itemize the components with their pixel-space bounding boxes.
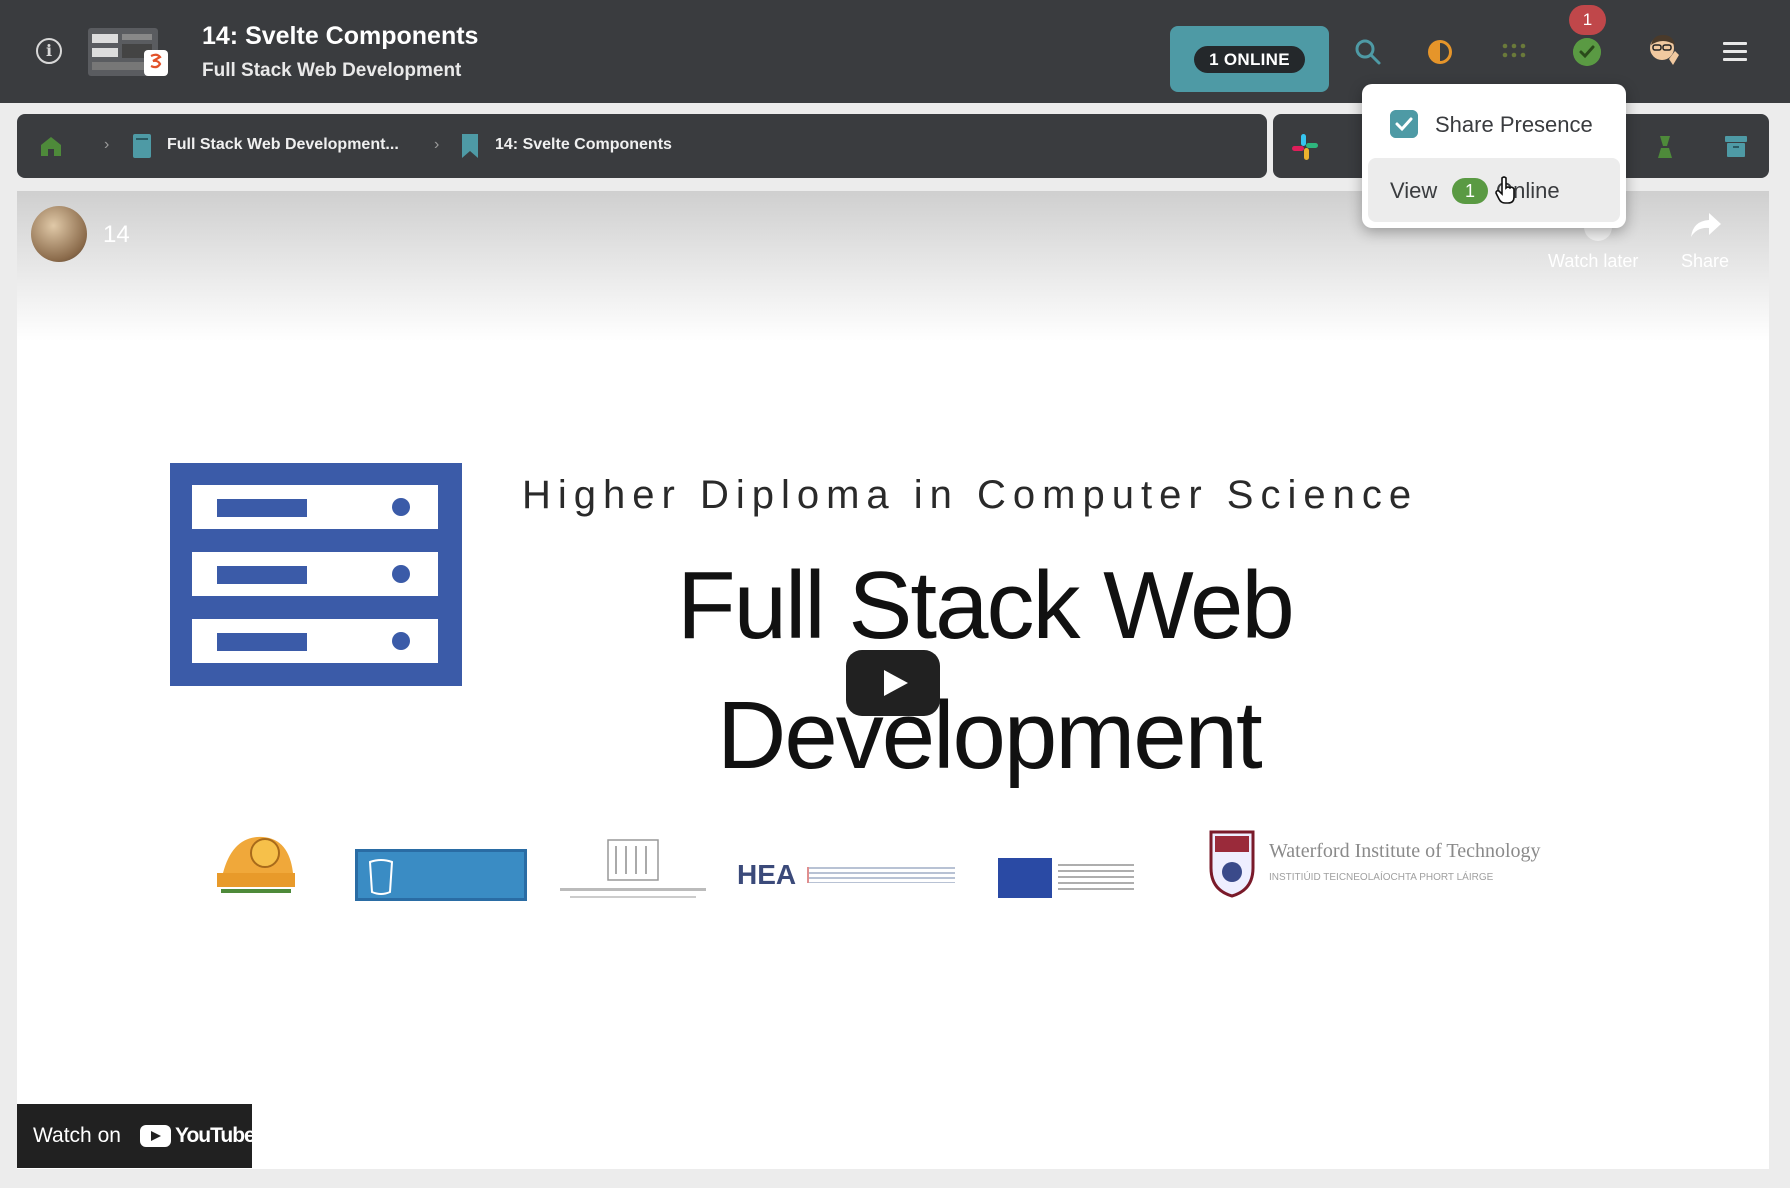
video-title[interactable]: 14 [103,221,130,249]
search-icon[interactable] [1354,38,1382,66]
springboard-logo [217,836,295,893]
notification-badge: 1 [1569,5,1606,35]
hea-logo: HEA [737,855,959,895]
watch-on-label: Watch on [33,1124,121,1147]
presence-check-icon[interactable] [1573,38,1601,66]
slide-title-line1: Full Stack Web [677,552,1295,659]
presence-menu: Share Presence View 1 Online [1362,84,1626,228]
share-icon[interactable] [1689,209,1723,241]
wit-subname: INSTITIÚID TEICNEOLAÍOCHTA PHORT LÁIRGE [1269,872,1494,883]
page-title: 14: Svelte Components [202,22,479,50]
user-avatar[interactable] [1647,33,1681,69]
play-button[interactable] [846,650,940,716]
apps-grid-icon[interactable] [1500,38,1528,66]
youtube-play-icon [140,1125,171,1147]
share-presence-item[interactable]: Share Presence [1362,84,1626,154]
slack-icon[interactable] [1290,132,1320,162]
view-online-item[interactable]: View 1 Online [1368,158,1620,222]
server-logo-icon [170,463,462,686]
archive-icon[interactable] [1724,134,1748,158]
chevron-right-icon: › [104,136,110,153]
hand-cursor-icon [1495,176,1515,204]
chevron-right-icon: › [434,136,440,153]
online-count-label: 1 ONLINE [1194,46,1305,73]
video-player[interactable]: 14 Watch later Share Higher Diploma in C… [17,191,1769,1169]
info-icon[interactable]: i [36,38,62,64]
youtube-wordmark: YouTube [175,1124,256,1147]
course-logo[interactable] [88,24,170,80]
tutors-icon[interactable] [1654,134,1676,160]
wit-logo: Waterford Institute of Technology INSTIT… [1207,828,1567,902]
theme-toggle-icon[interactable] [1426,38,1454,66]
ireland-gov-logo [355,849,527,901]
hea-label: HEA [737,859,797,890]
slide-heading: Higher Diploma in Computer Science [522,473,1419,517]
menu-icon[interactable] [1723,42,1747,62]
view-label: View [1390,178,1438,203]
online-count-badge: 1 [1452,178,1488,204]
online-button[interactable]: 1 ONLINE [1170,26,1329,92]
slide-title-line2: Development [717,682,1263,789]
share-label[interactable]: Share [1681,251,1729,272]
wit-name: Waterford Institute of Technology [1269,840,1541,862]
bookmark-icon [462,134,478,158]
page-subtitle: Full Stack Web Development [202,60,462,81]
watch-later-label[interactable]: Watch later [1548,251,1638,272]
watch-on-youtube-button[interactable]: Watch on YouTube [17,1104,256,1168]
eu-logo [998,858,1136,898]
book-icon [133,134,151,158]
breadcrumb-topic[interactable]: 14: Svelte Components [495,136,672,154]
share-presence-label: Share Presence [1435,112,1593,137]
breadcrumb: › Full Stack Web Development... › 14: Sv… [17,114,1267,178]
channel-avatar[interactable] [31,206,87,262]
checkbox-checked-icon[interactable] [1390,110,1418,138]
government-crest-logo [560,839,706,898]
breadcrumb-course[interactable]: Full Stack Web Development... [167,136,399,154]
home-icon[interactable] [39,134,63,158]
